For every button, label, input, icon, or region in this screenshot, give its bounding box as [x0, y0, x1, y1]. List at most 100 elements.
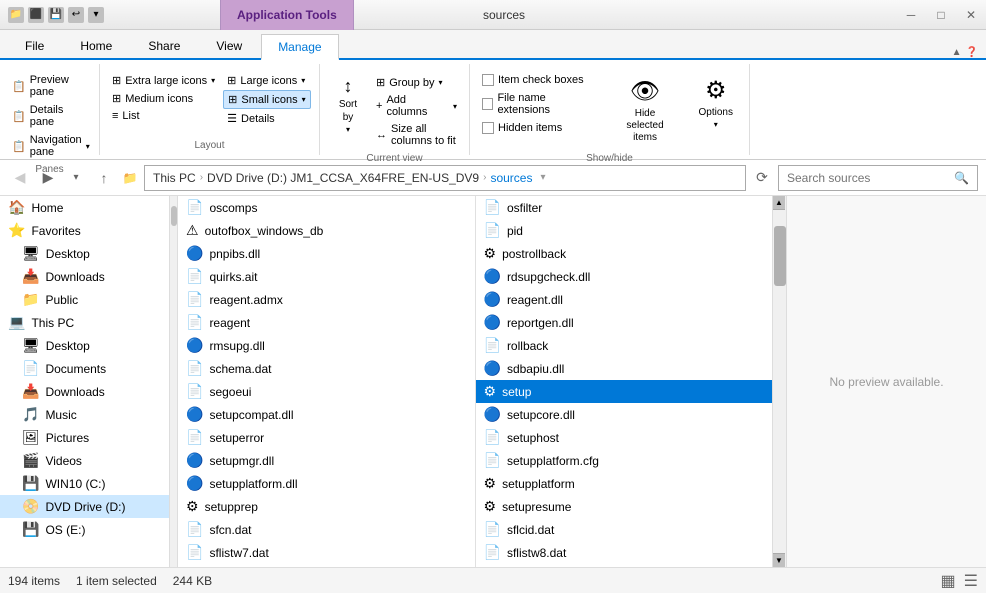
list-item[interactable]: ⚙setupresume — [476, 495, 773, 518]
list-item[interactable]: ⚙setupprep — [178, 495, 475, 518]
list-item[interactable]: 📄sflistw8.dat — [476, 541, 773, 564]
options-button[interactable]: ⚙ Options ▾ — [691, 72, 741, 133]
nav-pane-button[interactable]: 📋 Navigation pane ▾ — [8, 132, 94, 160]
dropdown-icon[interactable]: ▾ — [88, 7, 104, 23]
sidebar-item-downloads2[interactable]: 📥 Downloads — [0, 380, 169, 403]
sidebar-item-desktop[interactable]: 🖥 Desktop — [0, 242, 169, 265]
maximize-button[interactable]: □ — [926, 0, 956, 30]
sidebar-item-home[interactable]: 🏠 Home — [0, 196, 169, 219]
hidden-items-checkbox[interactable]: Hidden items — [478, 120, 600, 136]
list-item[interactable]: 📄quirks.ait — [178, 265, 475, 288]
list-item[interactable]: 📄sflistw7.dat — [178, 541, 475, 564]
path-this-pc[interactable]: This PC — [153, 171, 196, 185]
minimize-button[interactable]: ─ — [896, 0, 926, 30]
search-input[interactable] — [787, 171, 950, 185]
sort-by-button[interactable]: ↕ Sort by ▾ — [328, 72, 368, 138]
address-path[interactable]: This PC › DVD Drive (D:) JM1_CCSA_X64FRE… — [144, 165, 746, 191]
ribbon-collapse-button[interactable]: ▲ — [952, 47, 962, 58]
list-item[interactable]: 📄sflcid.dat — [476, 518, 773, 541]
tab-home[interactable]: Home — [63, 32, 129, 58]
quick-access-icon[interactable]: ⬛ — [28, 7, 44, 23]
scroll-up-button[interactable]: ▲ — [773, 196, 785, 210]
list-item[interactable]: 🔵rmsupg.dll — [178, 334, 475, 357]
list-item[interactable]: 📄rollback — [476, 334, 773, 357]
sidebar-item-downloads[interactable]: 📥 Downloads — [0, 265, 169, 288]
list-item[interactable]: 📄sfcn.dat — [178, 518, 475, 541]
extra-large-icons-button[interactable]: ⊞ Extra large icons ▾ — [108, 72, 219, 89]
sidebar-item-this-pc[interactable]: 💻 This PC — [0, 311, 169, 334]
list-view-button[interactable]: ☰ — [964, 571, 978, 591]
list-item[interactable]: 🔵pnpibs.dll — [178, 242, 475, 265]
list-item[interactable]: 📄sflistw8.woa.dat — [178, 564, 475, 567]
ribbon-help-button[interactable]: ❓ — [966, 47, 978, 58]
list-item[interactable]: 🔵setupcompat.dll — [178, 403, 475, 426]
list-button[interactable]: ≡ List — [108, 108, 219, 124]
list-item[interactable]: 🔵setupcore.dll — [476, 403, 773, 426]
large-icons-button[interactable]: ⊞ Large icons ▾ — [223, 72, 310, 89]
list-item[interactable]: 🔵sdbapiu.dll — [476, 357, 773, 380]
sidebar-item-win10[interactable]: 💾 WIN10 (C:) — [0, 472, 169, 495]
list-item[interactable]: ⚙setupplatform — [476, 472, 773, 495]
list-item[interactable]: 📄sflistwb.dat — [476, 564, 773, 567]
list-item[interactable]: 📄setupplatform.cfg — [476, 449, 773, 472]
list-item[interactable]: 📄reagent — [178, 311, 475, 334]
list-item[interactable]: 🔵setupplatform.dll — [178, 472, 475, 495]
sidebar-item-videos[interactable]: 🎬 Videos — [0, 449, 169, 472]
dropdown-nav-button[interactable]: ▾ — [64, 166, 88, 190]
hide-selected-button[interactable]: 👁 Hide selected items — [608, 72, 683, 149]
tab-file[interactable]: File — [8, 32, 61, 58]
size-columns-button[interactable]: ↔ Size all columns to fit — [372, 121, 461, 149]
details-button[interactable]: ☰ Details — [223, 110, 310, 127]
path-sources[interactable]: sources — [490, 171, 532, 185]
add-columns-button[interactable]: + Add columns ▾ — [372, 92, 461, 120]
save-icon[interactable]: 💾 — [48, 7, 64, 23]
tab-share[interactable]: Share — [131, 32, 197, 58]
undo-icon[interactable]: ↩ — [68, 7, 84, 23]
list-item[interactable]: 🔵setupmgr.dll — [178, 449, 475, 472]
sidebar-item-dvd[interactable]: 📀 DVD Drive (D:) — [0, 495, 169, 518]
sidebar-item-pictures[interactable]: 🖼 Pictures — [0, 426, 169, 449]
group-by-button[interactable]: ⊞ Group by ▾ — [372, 74, 461, 91]
list-item[interactable]: ⚠outofbox_windows_db — [178, 219, 475, 242]
file-name-extensions-checkbox[interactable]: File name extensions — [478, 90, 600, 118]
tab-view[interactable]: View — [199, 32, 259, 58]
list-item[interactable]: 📄pid — [476, 219, 773, 242]
path-dropdown[interactable]: ▾ — [540, 172, 545, 183]
refresh-button[interactable]: ⟳ — [750, 166, 774, 190]
sidebar-item-os-e[interactable]: 💾 OS (E:) — [0, 518, 169, 541]
list-item[interactable]: 📄schema.dat — [178, 357, 475, 380]
list-item[interactable]: 🔵reagent.dll — [476, 288, 773, 311]
medium-icons-button[interactable]: ⊞ Medium icons — [108, 90, 219, 107]
details-pane-button[interactable]: 📋 Details pane — [8, 102, 94, 130]
list-item[interactable]: 📄segoeui — [178, 380, 475, 403]
list-item[interactable]: 📄osfilter — [476, 196, 773, 219]
up-button[interactable]: ↑ — [92, 166, 116, 190]
tab-manage[interactable]: Manage — [261, 34, 338, 60]
forward-button[interactable]: ▶ — [36, 166, 60, 190]
grid-view-button[interactable]: ▦ — [941, 571, 956, 591]
list-item[interactable]: 📄setuphost — [476, 426, 773, 449]
list-item[interactable]: ⚙postrollback — [476, 242, 773, 265]
scroll-thumb[interactable] — [774, 226, 786, 286]
sidebar-scrollbar[interactable] — [170, 196, 178, 567]
scroll-down-button[interactable]: ▼ — [773, 553, 785, 567]
list-item[interactable]: 📄reagent.admx — [178, 288, 475, 311]
close-button[interactable]: ✕ — [956, 0, 986, 30]
sidebar-item-public[interactable]: 📁 Public — [0, 288, 169, 311]
list-item[interactable]: 📄setuperror — [178, 426, 475, 449]
list-item[interactable]: ⚙setup — [476, 380, 773, 403]
back-button[interactable]: ◀ — [8, 166, 32, 190]
sidebar-item-desktop2[interactable]: 🖥 Desktop — [0, 334, 169, 357]
list-item[interactable]: 📄oscomps — [178, 196, 475, 219]
sidebar-item-music[interactable]: 🎵 Music — [0, 403, 169, 426]
path-dvd-drive[interactable]: DVD Drive (D:) JM1_CCSA_X64FRE_EN-US_DV9 — [207, 171, 479, 185]
sidebar-item-favorites[interactable]: ⭐ Favorites — [0, 219, 169, 242]
item-checkboxes-checkbox[interactable]: Item check boxes — [478, 72, 600, 88]
file-list-scrollbar[interactable]: ▲ ▼ — [772, 196, 786, 567]
preview-pane-button[interactable]: 📋 Preview pane — [8, 72, 94, 100]
small-icons-button[interactable]: ⊞ Small icons ▾ — [223, 90, 310, 109]
list-item[interactable]: 🔵rdsupgcheck.dll — [476, 265, 773, 288]
sidebar-item-documents[interactable]: 📄 Documents — [0, 357, 169, 380]
search-box[interactable]: 🔍 — [778, 165, 978, 191]
list-item[interactable]: 🔵reportgen.dll — [476, 311, 773, 334]
